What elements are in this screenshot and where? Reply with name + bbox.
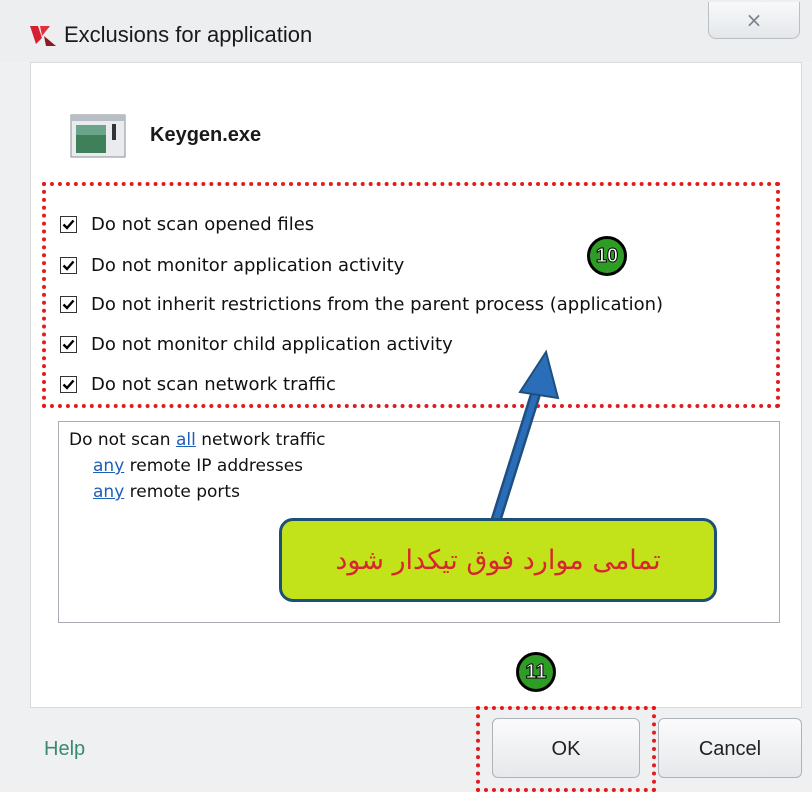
help-link[interactable]: Help	[44, 738, 85, 761]
annotation-arrow-icon	[490, 349, 560, 526]
step-badge-11: 11	[516, 652, 556, 692]
cancel-button[interactable]: Cancel	[658, 718, 802, 778]
callout-box: تمامی موارد فوق تیکدار شود	[279, 518, 717, 602]
callout-text: تمامی موارد فوق تیکدار شود	[335, 544, 661, 576]
highlight-box-ok	[476, 706, 656, 792]
dialog-window: Exclusions for application × Keygen.exe …	[0, 0, 812, 792]
